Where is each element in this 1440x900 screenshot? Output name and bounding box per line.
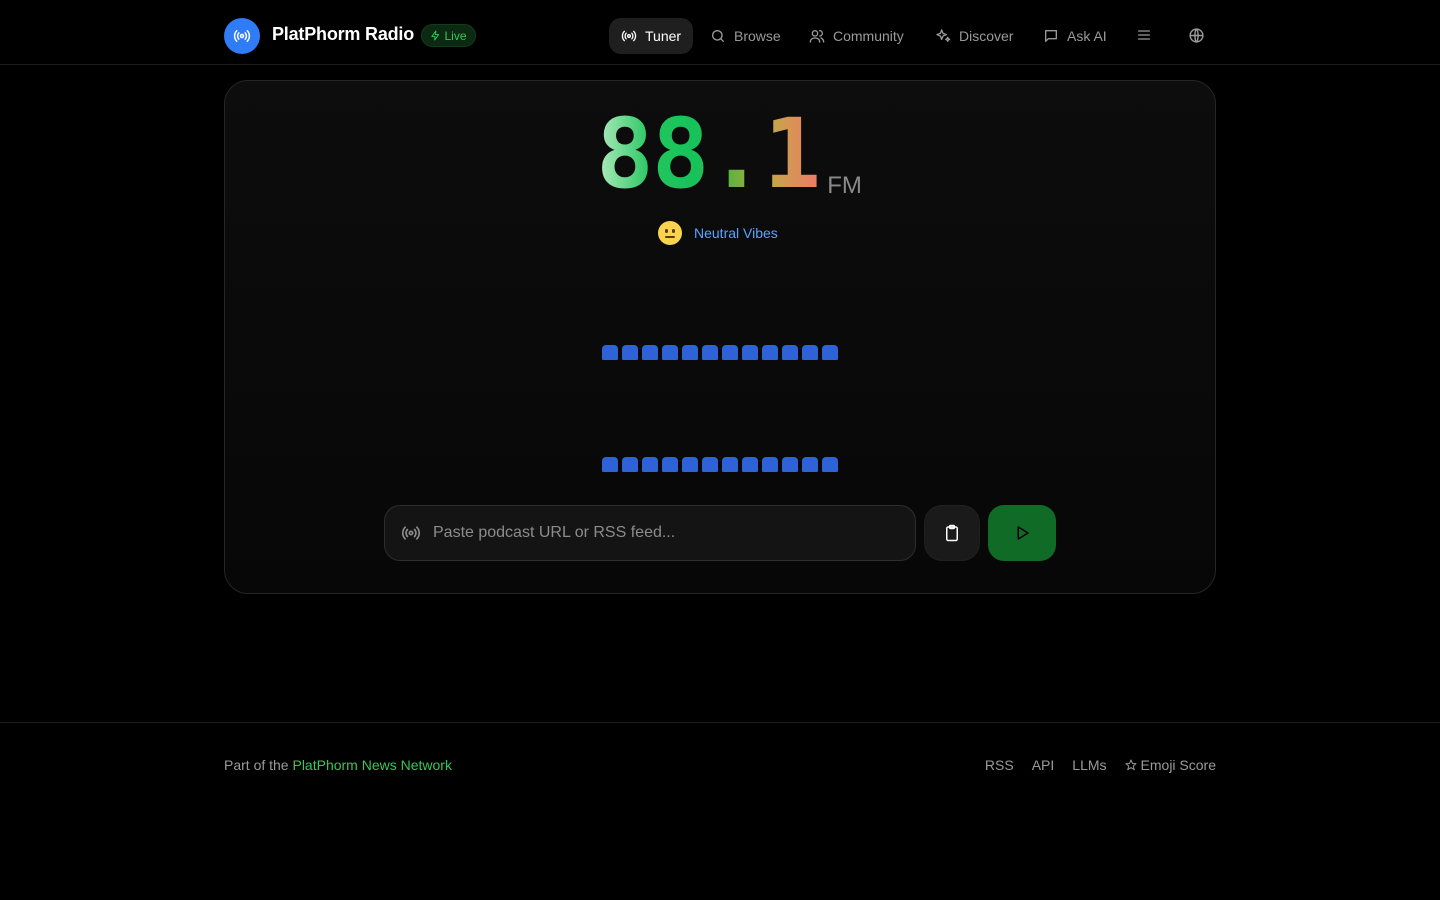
footer-link-api[interactable]: API (1032, 757, 1055, 773)
live-badge: Live (421, 24, 476, 47)
search-icon (712, 30, 724, 42)
mood-indicator: Neutral Vibes (658, 221, 778, 245)
sparkles-icon (936, 29, 951, 42)
nav-browse[interactable]: Browse (710, 18, 781, 54)
frequency-display: 88.1 FM (596, 104, 862, 204)
level-bar (602, 345, 618, 360)
level-bar (622, 345, 638, 360)
mood-label: Neutral Vibes (694, 225, 778, 241)
level-bar (662, 345, 678, 360)
nav-ask-ai[interactable]: Ask AI (1043, 18, 1107, 54)
live-label: Live (444, 28, 467, 43)
radio-icon (621, 30, 637, 42)
level-bar (702, 457, 718, 472)
footer-links: RSS API LLMs Emoji Score (985, 757, 1216, 773)
level-bar (662, 457, 678, 472)
footer-link-rss[interactable]: RSS (985, 757, 1014, 773)
level-bar (762, 345, 778, 360)
level-bar (722, 345, 738, 360)
audio-level-bars-top (602, 345, 838, 360)
audio-level-bars-bottom (602, 457, 838, 472)
nav-tuner-label: Tuner (645, 28, 682, 44)
paste-button[interactable] (924, 505, 980, 561)
footer-attribution: Part of the PlatPhorm News Network (224, 757, 452, 773)
level-bar (802, 457, 818, 472)
nav-ask-ai-label: Ask AI (1067, 28, 1107, 44)
footer: Part of the PlatPhorm News Network RSS A… (0, 722, 1440, 900)
bolt-icon (431, 30, 440, 41)
emoji-score-label: Emoji Score (1140, 757, 1216, 773)
menu-icon[interactable] (1135, 26, 1153, 44)
nav-community-label: Community (833, 28, 904, 44)
clipboard-icon (946, 524, 958, 542)
level-bar (682, 345, 698, 360)
footer-link-emoji-score[interactable]: Emoji Score (1125, 757, 1216, 773)
podcast-url-field[interactable] (384, 505, 916, 561)
users-icon (809, 30, 825, 43)
level-bar (722, 457, 738, 472)
footer-link-llms[interactable]: LLMs (1072, 757, 1106, 773)
footer-prefix: Part of the (224, 757, 293, 773)
radio-icon (401, 526, 421, 540)
play-icon (1017, 526, 1029, 540)
level-bar (742, 345, 758, 360)
level-bar (742, 457, 758, 472)
nav-browse-label: Browse (734, 28, 781, 44)
logo-radio-icon[interactable] (224, 18, 260, 54)
podcast-url-input[interactable] (433, 524, 893, 542)
network-link[interactable]: PlatPhorm News Network (292, 757, 452, 773)
nav-discover[interactable]: Discover (935, 18, 1013, 54)
level-bar (642, 457, 658, 472)
globe-icon[interactable] (1187, 26, 1205, 44)
level-bar (822, 345, 838, 360)
play-button[interactable] (988, 505, 1056, 561)
frequency-unit: FM (827, 172, 862, 199)
level-bar (602, 457, 618, 472)
level-bar (682, 457, 698, 472)
chat-icon (1045, 30, 1057, 42)
level-bar (702, 345, 718, 360)
level-bar (802, 345, 818, 360)
frequency-value: 88.1 (596, 98, 821, 210)
brand-name[interactable]: PlatPhorm Radio (272, 24, 414, 45)
nav-discover-label: Discover (959, 28, 1014, 44)
level-bar (782, 457, 798, 472)
star-icon (1125, 759, 1137, 771)
level-bar (782, 345, 798, 360)
level-bar (822, 457, 838, 472)
level-bar (642, 345, 658, 360)
top-header: PlatPhorm Radio Live Tuner Browse Commun… (0, 0, 1440, 65)
level-bar (622, 457, 638, 472)
nav-tuner[interactable]: Tuner (609, 18, 694, 54)
neutral-face-icon (658, 221, 682, 245)
nav-community[interactable]: Community (809, 18, 904, 54)
level-bar (762, 457, 778, 472)
